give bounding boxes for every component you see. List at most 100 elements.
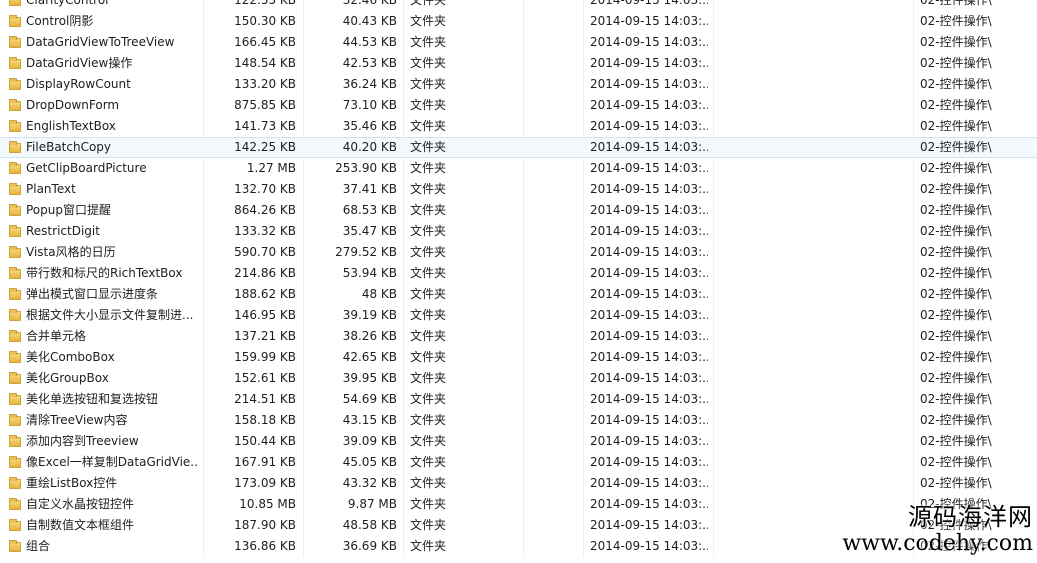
file-path: 02-控件操作\ bbox=[920, 476, 992, 490]
file-row[interactable]: DataGridView操作 148.54 KB 42.53 KB 文件夹 2014-0… bbox=[0, 53, 1037, 74]
folder-icon bbox=[9, 138, 23, 157]
modified-date: 2014-09-15 14:03:... bbox=[590, 182, 708, 196]
folder-icon bbox=[9, 158, 23, 179]
file-row[interactable]: DataGridViewToTreeView 166.45 KB 44.53 KB 文… bbox=[0, 32, 1037, 53]
file-path: 02-控件操作\ bbox=[920, 287, 992, 301]
file-type: 文件夹 bbox=[410, 77, 447, 91]
folder-icon bbox=[9, 221, 23, 242]
file-size: 148.54 KB bbox=[234, 56, 296, 70]
file-path: 02-控件操作\ bbox=[920, 203, 992, 217]
folder-icon bbox=[9, 536, 23, 557]
file-row[interactable]: 像Excel一样复制DataGridVie... 167.91 KB 45.05 K… bbox=[0, 452, 1037, 473]
file-path: 02-控件操作\ bbox=[920, 413, 992, 427]
file-type: 文件夹 bbox=[410, 392, 447, 406]
file-row[interactable]: 添加内容到Treeview 150.44 KB 39.09 KB 文件夹 2014-09… bbox=[0, 431, 1037, 452]
file-name: FileBatchCopy bbox=[26, 140, 112, 154]
file-size: 142.25 KB bbox=[234, 140, 296, 154]
file-row[interactable]: 美化单选按钮和复选按钮 214.51 KB 54.69 KB 文件夹 2014-09-1… bbox=[0, 389, 1037, 410]
compressed-size: 35.46 KB bbox=[342, 119, 397, 133]
folder-icon bbox=[9, 242, 23, 263]
file-path: 02-控件操作\ bbox=[920, 350, 992, 364]
file-row[interactable]: DropDownForm 875.85 KB 73.10 KB 文件夹 2014-09-… bbox=[0, 95, 1037, 116]
file-name: 根据文件大小显示文件复制进... bbox=[26, 308, 194, 322]
file-size: 137.21 KB bbox=[234, 329, 296, 343]
file-type: 文件夹 bbox=[410, 434, 447, 448]
compressed-size: 36.24 KB bbox=[342, 77, 397, 91]
folder-icon bbox=[9, 515, 23, 536]
file-row[interactable]: Vista风格的日历 590.70 KB 279.52 KB 文件夹 2014-09-1… bbox=[0, 242, 1037, 263]
folder-icon bbox=[9, 74, 23, 95]
file-row[interactable]: DisplayRowCount 133.20 KB 36.24 KB 文件夹 2014-… bbox=[0, 74, 1037, 95]
file-path: 02-控件操作\ bbox=[920, 224, 992, 238]
file-size: 132.70 KB bbox=[234, 182, 296, 196]
folder-icon bbox=[9, 368, 23, 389]
file-size: 150.44 KB bbox=[234, 434, 296, 448]
file-row[interactable]: 合并单元格 137.21 KB 38.26 KB 文件夹 2014-09-15 14:0… bbox=[0, 326, 1037, 347]
file-row[interactable]: 美化ComboBox 159.99 KB 42.65 KB 文件夹 2014-09-15… bbox=[0, 347, 1037, 368]
compressed-size: 37.41 KB bbox=[342, 182, 397, 196]
folder-icon bbox=[9, 473, 23, 494]
file-row[interactable]: FileBatchCopy 142.25 KB 40.20 KB 文件夹 2014-09… bbox=[0, 137, 1037, 158]
file-path: 02-控件操作\ bbox=[920, 14, 992, 28]
file-path: 02-控件操作\ bbox=[920, 308, 992, 322]
modified-date: 2014-09-15 14:03:... bbox=[590, 266, 708, 280]
file-row[interactable]: ClarityControl 122.55 KB 32.46 KB 文件夹 2014-0… bbox=[0, 0, 1037, 11]
file-name: ClarityControl bbox=[26, 0, 109, 7]
file-row[interactable]: 美化GroupBox 152.61 KB 39.95 KB 文件夹 2014-09-15… bbox=[0, 368, 1037, 389]
file-row[interactable]: PlanText 132.70 KB 37.41 KB 文件夹 2014-09-15 1… bbox=[0, 179, 1037, 200]
file-name: 带行数和标尺的RichTextBox bbox=[26, 266, 183, 280]
file-row[interactable]: 带行数和标尺的RichTextBox 214.86 KB 53.94 KB 文件夹 20… bbox=[0, 263, 1037, 284]
compressed-size: 68.53 KB bbox=[342, 203, 397, 217]
file-row[interactable]: GetClipBoardPicture 1.27 MB 253.90 KB 文件夹 20… bbox=[0, 158, 1037, 179]
modified-date: 2014-09-15 14:03:... bbox=[590, 203, 708, 217]
file-type: 文件夹 bbox=[410, 329, 447, 343]
file-name: Control阴影 bbox=[26, 14, 94, 28]
file-row[interactable]: 根据文件大小显示文件复制进... 146.95 KB 39.19 KB 文件夹 2014… bbox=[0, 305, 1037, 326]
folder-icon bbox=[9, 0, 23, 11]
file-row[interactable]: 清除TreeView内容 158.18 KB 43.15 KB 文件夹 2014-09-… bbox=[0, 410, 1037, 431]
file-name: DataGridView操作 bbox=[26, 56, 133, 70]
file-name: PlanText bbox=[26, 182, 76, 196]
file-size: 150.30 KB bbox=[234, 14, 296, 28]
modified-date: 2014-09-15 14:03:... bbox=[590, 497, 708, 511]
file-type: 文件夹 bbox=[410, 518, 447, 532]
file-size: 133.20 KB bbox=[234, 77, 296, 91]
file-row[interactable]: 重绘ListBox控件 173.09 KB 43.32 KB 文件夹 2014-09-1… bbox=[0, 473, 1037, 494]
file-size: 864.26 KB bbox=[234, 203, 296, 217]
file-path: 02-控件操作\ bbox=[920, 371, 992, 385]
modified-date: 2014-09-15 14:03:... bbox=[590, 14, 708, 28]
modified-date: 2014-09-15 14:03:... bbox=[590, 98, 708, 112]
compressed-size: 39.09 KB bbox=[342, 434, 397, 448]
file-type: 文件夹 bbox=[410, 455, 447, 469]
watermark-cn: 源码海洋网 bbox=[908, 503, 1033, 531]
file-name: 添加内容到Treeview bbox=[26, 434, 139, 448]
file-path: 02-控件操作\ bbox=[920, 392, 992, 406]
file-name: Vista风格的日历 bbox=[26, 245, 116, 259]
file-path: 02-控件操作\ bbox=[920, 56, 992, 70]
folder-icon bbox=[9, 11, 23, 32]
compressed-size: 53.94 KB bbox=[342, 266, 397, 280]
compressed-size: 73.10 KB bbox=[342, 98, 397, 112]
file-list: ClarityControl 122.55 KB 32.46 KB 文件夹 2014-0… bbox=[0, 0, 1037, 557]
file-type: 文件夹 bbox=[410, 140, 447, 154]
file-path: 02-控件操作\ bbox=[920, 77, 992, 91]
file-path: 02-控件操作\ bbox=[920, 434, 992, 448]
modified-date: 2014-09-15 14:03:... bbox=[590, 455, 708, 469]
file-type: 文件夹 bbox=[410, 476, 447, 490]
folder-icon bbox=[9, 284, 23, 305]
modified-date: 2014-09-15 14:03:... bbox=[590, 392, 708, 406]
file-row[interactable]: EnglishTextBox 141.73 KB 35.46 KB 文件夹 2014-0… bbox=[0, 116, 1037, 137]
file-row[interactable]: RestrictDigit 133.32 KB 35.47 KB 文件夹 2014-09… bbox=[0, 221, 1037, 242]
file-row[interactable]: Popup窗口提醒 864.26 KB 68.53 KB 文件夹 2014-09-15 … bbox=[0, 200, 1037, 221]
file-row[interactable]: Control阴影 150.30 KB 40.43 KB 文件夹 2014-09-15 … bbox=[0, 11, 1037, 32]
file-type: 文件夹 bbox=[410, 287, 447, 301]
file-type: 文件夹 bbox=[410, 224, 447, 238]
compressed-size: 48.58 KB bbox=[342, 518, 397, 532]
file-size: 173.09 KB bbox=[234, 476, 296, 490]
file-size: 167.91 KB bbox=[234, 455, 296, 469]
modified-date: 2014-09-15 14:03:... bbox=[590, 35, 708, 49]
file-row[interactable]: 弹出模式窗口显示进度条 188.62 KB 48 KB 文件夹 2014-09-15 1… bbox=[0, 284, 1037, 305]
compressed-size: 36.69 KB bbox=[342, 539, 397, 553]
modified-date: 2014-09-15 14:03:... bbox=[590, 539, 708, 553]
file-name: GetClipBoardPicture bbox=[26, 161, 147, 175]
